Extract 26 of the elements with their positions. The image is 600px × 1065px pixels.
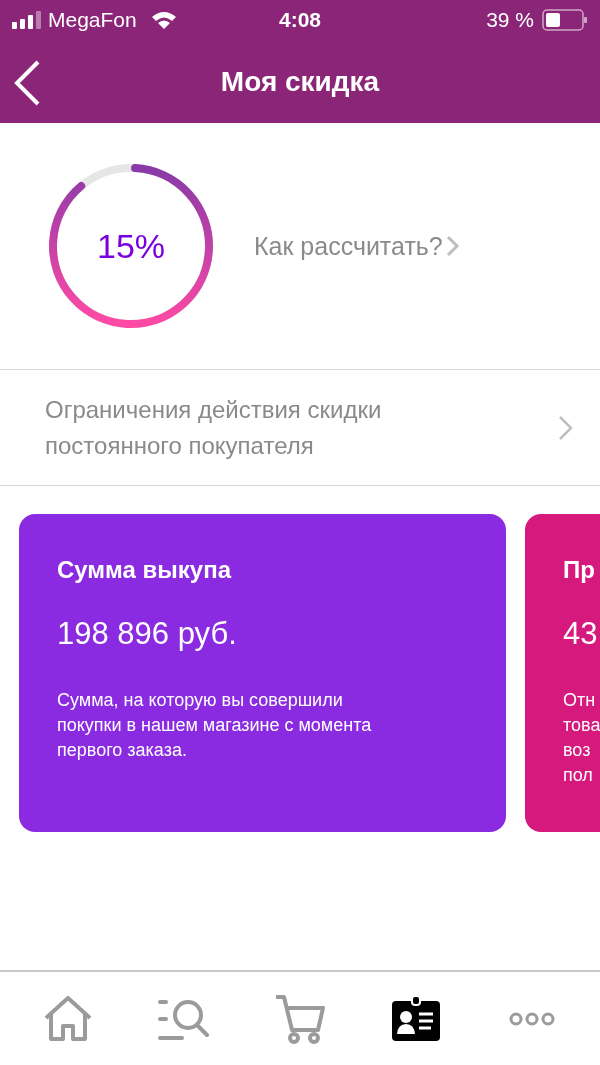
card-value: 43	[563, 616, 599, 652]
calculation-link[interactable]: Как рассчитать?	[254, 231, 461, 261]
card-description: това	[563, 714, 600, 737]
card-title: Пр	[563, 556, 596, 584]
battery-icon	[542, 9, 588, 31]
chevron-icon	[444, 234, 461, 258]
home-icon	[43, 995, 93, 1042]
card-description: Сумма, на которую вы совершили покупки в нашем магазине с момента первого заказа.	[57, 689, 373, 762]
restrictions-row[interactable]: Ограничения действия скидки постоянного покупателя	[0, 370, 600, 486]
screen-title: Моя скидка	[220, 65, 380, 98]
battery-percent: 39 %	[486, 8, 534, 32]
card-description: Отн	[563, 689, 597, 712]
wifi-icon	[150, 10, 177, 30]
clock-time: 4:08	[279, 8, 321, 32]
carrier-name: MegaFon	[48, 8, 137, 32]
signal-icon	[12, 11, 42, 29]
card-value: 198 896 руб.	[57, 616, 238, 652]
card-title: Сумма выкупа	[57, 556, 233, 584]
more-icon	[508, 1011, 556, 1026]
card-description: воз	[563, 739, 592, 762]
cart-icon	[274, 993, 326, 1044]
discount-percent: 15%	[96, 226, 166, 266]
back-button[interactable]	[12, 60, 42, 106]
id-card-icon	[391, 995, 441, 1042]
chevron-icon	[558, 414, 574, 441]
card-description: пол	[563, 764, 594, 787]
